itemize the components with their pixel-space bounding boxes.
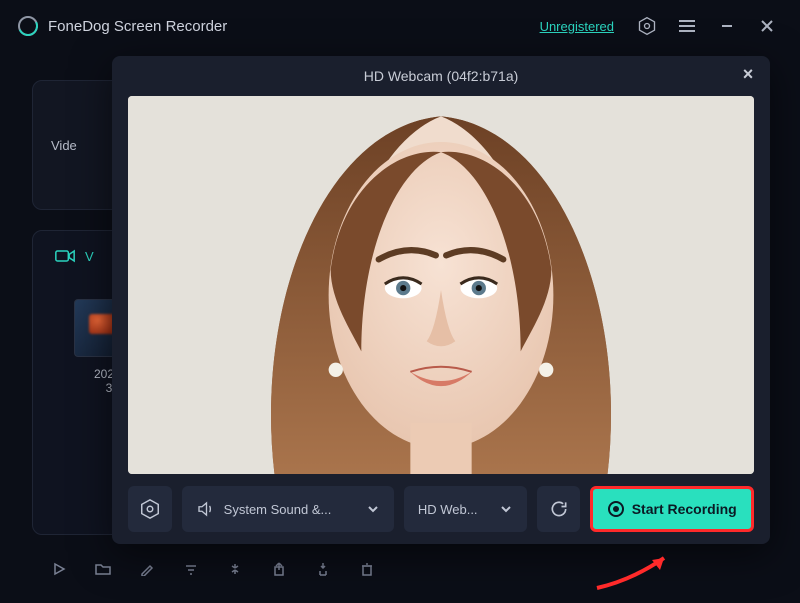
- record-icon: [608, 501, 624, 517]
- camera-dropdown[interactable]: HD Web...: [404, 486, 527, 532]
- start-recording-label: Start Recording: [632, 501, 737, 517]
- convert-icon[interactable]: [312, 558, 334, 580]
- rename-icon[interactable]: [136, 558, 158, 580]
- compress-icon[interactable]: [224, 558, 246, 580]
- start-recording-button[interactable]: Start Recording: [590, 486, 754, 532]
- speaker-icon: [196, 500, 214, 518]
- delete-icon[interactable]: [356, 558, 378, 580]
- title-bar: FoneDog Screen Recorder Unregistered: [0, 0, 800, 52]
- modal-title: HD Webcam (04f2:b71a): [364, 68, 519, 84]
- chevron-down-icon: [366, 502, 380, 516]
- webcam-modal: HD Webcam (04f2:b71a) ×: [112, 56, 770, 544]
- menu-icon[interactable]: [672, 11, 702, 41]
- share-icon[interactable]: [268, 558, 290, 580]
- audio-source-label: System Sound &...: [224, 502, 332, 517]
- folder-icon[interactable]: [92, 558, 114, 580]
- rotate-button[interactable]: [537, 486, 581, 532]
- app-title: FoneDog Screen Recorder: [48, 18, 227, 35]
- chevron-down-icon: [499, 502, 513, 516]
- close-icon[interactable]: ×: [734, 60, 762, 88]
- bottom-toolbar: [32, 549, 768, 589]
- modal-settings-button[interactable]: [128, 486, 172, 532]
- settings-icon[interactable]: [632, 11, 662, 41]
- modal-header: HD Webcam (04f2:b71a) ×: [112, 56, 770, 96]
- library-tab-label[interactable]: V: [85, 249, 94, 264]
- app-logo-icon: [18, 16, 38, 36]
- camera-icon: [55, 248, 75, 264]
- filter-icon[interactable]: [180, 558, 202, 580]
- refresh-icon: [549, 499, 569, 519]
- close-window-icon[interactable]: [752, 11, 782, 41]
- unregistered-link[interactable]: Unregistered: [540, 19, 614, 34]
- mode-card-left-label: Vide: [51, 138, 77, 153]
- camera-label: HD Web...: [418, 502, 478, 517]
- audio-source-dropdown[interactable]: System Sound &...: [182, 486, 394, 532]
- play-icon[interactable]: [48, 558, 70, 580]
- webcam-preview: [128, 96, 754, 474]
- modal-controls: System Sound &... HD Web... Start Record…: [112, 474, 770, 544]
- minimize-icon[interactable]: [712, 11, 742, 41]
